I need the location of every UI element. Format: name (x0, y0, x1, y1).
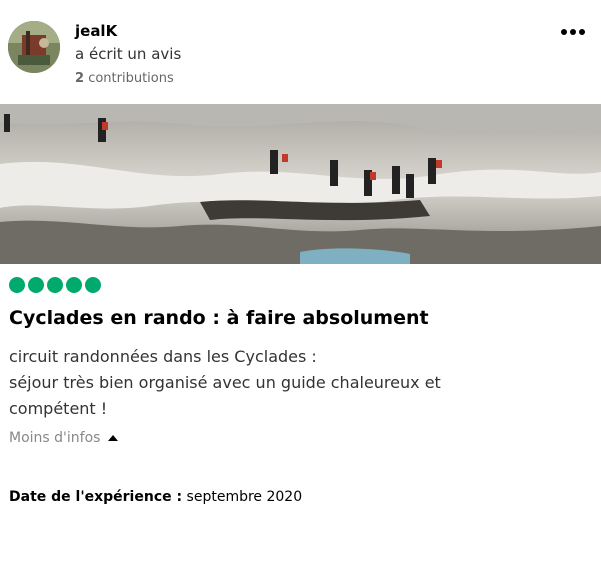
review-body: circuit randonnées dans les Cyclades : s… (9, 344, 569, 422)
contributions-label: contributions (88, 71, 174, 86)
rating-bubble (66, 277, 82, 293)
rating-bubble (28, 277, 44, 293)
show-less-toggle[interactable]: Moins d'infos (9, 430, 119, 446)
rating-bubble (9, 277, 25, 293)
avatar[interactable] (8, 21, 60, 73)
author-username[interactable]: jealK (75, 22, 117, 40)
review-header: jealK a écrit un avis 2 contributions (8, 18, 593, 88)
rating-bubble (47, 277, 63, 293)
dot (561, 29, 567, 35)
review-photo[interactable] (0, 104, 601, 264)
review-body-line: séjour très bien organisé avec un guide … (9, 373, 441, 392)
caret-up-icon (108, 435, 119, 441)
experience-date: Date de l'expérience : septembre 2020 (9, 489, 302, 505)
contributions-number: 2 (75, 71, 85, 86)
review-body-line: compétent ! (9, 399, 108, 418)
rating-bubbles (9, 277, 101, 293)
author-action: a écrit un avis (75, 45, 182, 63)
contributions-count: 2 contributions (75, 71, 174, 86)
show-less-label: Moins d'infos (9, 430, 101, 446)
dot (570, 29, 576, 35)
review-body-line: circuit randonnées dans les Cyclades : (9, 347, 317, 366)
rating-bubble (85, 277, 101, 293)
more-dots-icon[interactable] (559, 24, 587, 40)
experience-date-value: septembre 2020 (186, 489, 303, 505)
dot (579, 29, 585, 35)
review-title[interactable]: Cyclades en rando : à faire absolument (9, 307, 429, 329)
experience-date-label: Date de l'expérience : (9, 489, 183, 505)
